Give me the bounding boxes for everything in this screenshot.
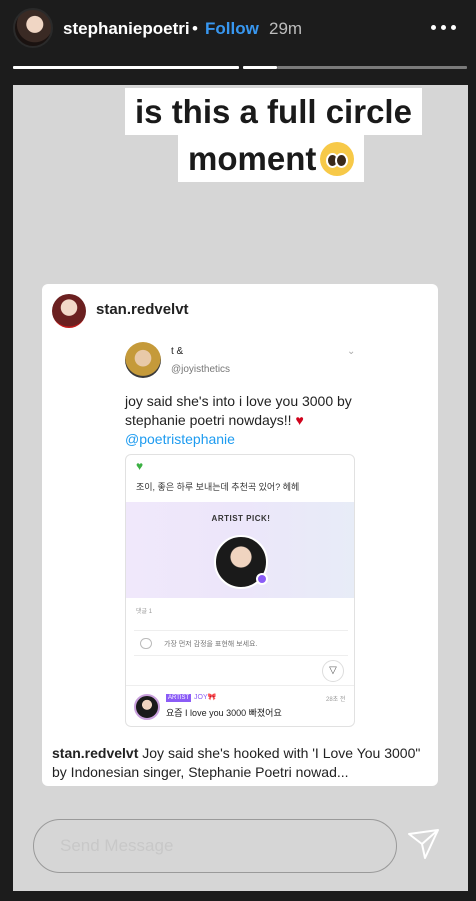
caption-username: stan.redvelvt bbox=[52, 745, 139, 761]
artist-reply: ARTIST JOY🎀 28초 전 요즘 I love you 3000 빠졌어… bbox=[126, 685, 354, 726]
post-avatar bbox=[52, 294, 86, 328]
korean-question: 조이, 좋은 하루 보내는데 추천곡 있어? 헤헤 bbox=[136, 482, 300, 492]
tweet-text: joy said she's into i love you 3000 by s… bbox=[125, 393, 352, 428]
avatar[interactable] bbox=[13, 8, 53, 48]
reply-avatar bbox=[134, 694, 160, 720]
timestamp: 29m bbox=[269, 19, 303, 38]
story-header: stephaniepoetri • Follow 29m bbox=[0, 0, 476, 60]
separator-dot: • bbox=[192, 19, 198, 38]
comment-placeholder: 가장 먼저 감정을 표현해 보세요. bbox=[164, 641, 258, 648]
pleading-face-icon bbox=[320, 142, 355, 176]
more-options-icon[interactable] bbox=[426, 14, 460, 40]
tweet-avatar bbox=[125, 342, 161, 378]
progress-segment-1 bbox=[13, 66, 239, 69]
progress-segment-2 bbox=[243, 66, 277, 69]
heart-outline-icon bbox=[140, 638, 152, 649]
progress-segment-remaining bbox=[277, 66, 467, 69]
embedded-screenshot: ♥ 조이, 좋은 하루 보내는데 추천곡 있어? 헤헤 ARTIST PICK!… bbox=[125, 454, 355, 727]
story-caption-line1: is this a full circle bbox=[125, 88, 422, 135]
artist-pick-banner: ARTIST PICK! bbox=[126, 502, 354, 598]
username[interactable]: stephaniepoetri bbox=[63, 19, 190, 39]
shared-post[interactable]: stan.redvelvt t & @joyisthetics ⌄ joy sa… bbox=[42, 284, 438, 786]
filter-icon: ▽ bbox=[322, 660, 344, 682]
story-viewer: stephaniepoetri • Follow 29m is this a f… bbox=[0, 0, 476, 901]
reply-name: JOY🎀 bbox=[194, 694, 217, 701]
post-username: stan.redvelvt bbox=[96, 301, 189, 318]
send-message-input[interactable] bbox=[33, 819, 397, 873]
artist-pick-title: ARTIST PICK! bbox=[211, 514, 271, 523]
reply-text: 요즘 I love you 3000 빠졌어요 bbox=[166, 708, 282, 718]
follow-button[interactable]: Follow bbox=[205, 19, 259, 39]
tweet-handle: @joyisthetics bbox=[171, 364, 231, 375]
tweet-card: t & @joyisthetics ⌄ joy said she's into … bbox=[115, 324, 365, 744]
play-badge-icon bbox=[256, 573, 268, 585]
comment-box: 가장 먼저 감정을 표현해 보세요. bbox=[134, 630, 348, 656]
story-caption-line2: moment bbox=[178, 135, 365, 182]
tweet-name: t & bbox=[171, 346, 184, 357]
chevron-down-icon: ⌄ bbox=[347, 346, 356, 357]
artist-tag: ARTIST bbox=[166, 694, 192, 702]
reply-time: 28초 전 bbox=[326, 697, 346, 703]
comment-count: 댓글 1 bbox=[136, 609, 153, 615]
post-caption: stan.redvelvt Joy said she's hooked with… bbox=[52, 744, 432, 782]
green-heart-icon: ♥ bbox=[136, 459, 144, 473]
send-icon[interactable] bbox=[405, 826, 441, 862]
tweet-mention: @poetristephanie bbox=[125, 431, 235, 447]
heart-icon: ♥ bbox=[295, 412, 304, 428]
